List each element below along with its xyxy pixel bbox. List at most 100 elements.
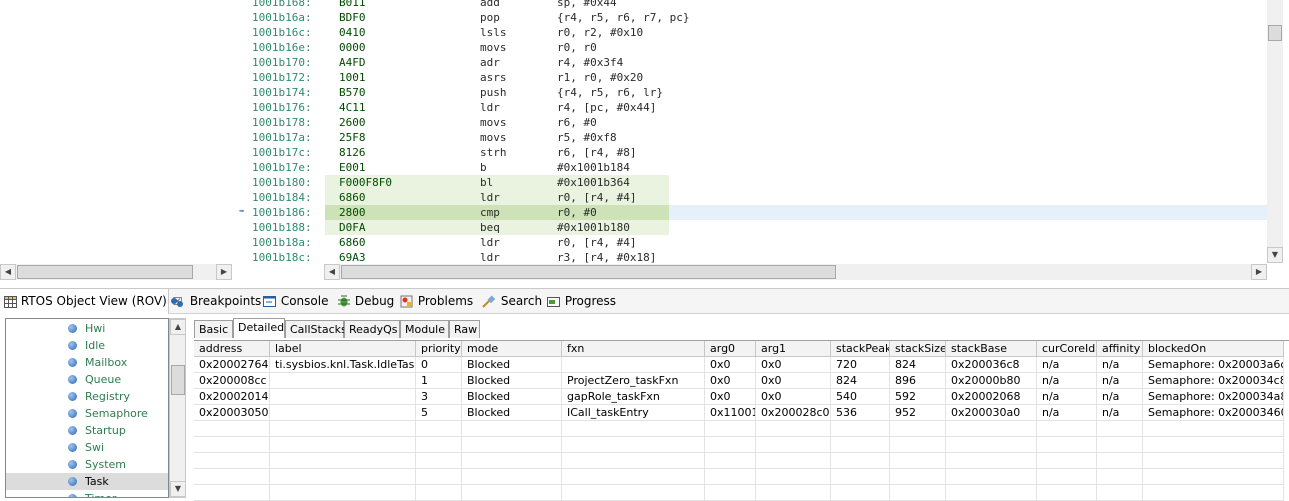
disassembly-line[interactable]: 1001b174: B570 push {r4, r5, r6, lr} [236, 85, 1267, 100]
table-row[interactable]: 0x200008cc 1 Blocked ProjectZero_taskFxn 0x0… [194, 373, 1284, 389]
disassembly-line[interactable]: 1001b184: 6860 ldr r0, [r4, #4] [236, 190, 1267, 205]
table-row[interactable]: 0x20003050 5 Blocked ICall_taskEntry 0x11001… [194, 405, 1284, 421]
column-header-affinity[interactable]: affinity [1097, 341, 1143, 357]
table-cell-address [194, 437, 270, 453]
subtab-module[interactable]: Module [400, 320, 449, 338]
disassembly-line[interactable]: 1001b172: 1001 asrs r1, r0, #0x20 [236, 70, 1267, 85]
disassembly-line[interactable]: 1001b176: 4C11 ldr r4, [pc, #0x44] [236, 100, 1267, 115]
scroll-right-icon[interactable]: ▶ [1251, 264, 1267, 280]
left-horizontal-scrollbar[interactable]: ◀ ▶ [0, 264, 232, 280]
tree-item-queue[interactable]: Queue [6, 371, 168, 388]
table-cell-blockedon [1143, 421, 1284, 437]
table-cell-blockedon [1143, 437, 1284, 453]
disassembly-view[interactable]: 1001b168: B011 add sp, #0x44 1001b16a: BDF0 po… [236, 0, 1267, 263]
disassembly-horizontal-scrollbar[interactable]: ◀ ▶ [324, 264, 1267, 280]
scroll-thumb[interactable] [341, 265, 836, 279]
tree-item-hwi[interactable]: Hwi [6, 320, 168, 337]
column-header-blockedon[interactable]: blockedOn [1143, 341, 1284, 357]
disassembly-line[interactable]: 1001b16e: 0000 movs r0, r0 [236, 40, 1267, 55]
disassembly-line[interactable]: 1001b178: 2600 movs r6, #0 [236, 115, 1267, 130]
scroll-thumb[interactable] [1268, 25, 1282, 41]
subtab-detailed[interactable]: Detailed [233, 318, 285, 338]
scroll-left-icon[interactable]: ◀ [324, 264, 340, 280]
subtab-readyqs[interactable]: ReadyQs [344, 320, 400, 338]
table-row[interactable]: 0x20002764 ti.sysbios.knl.Task.IdleTask 0 B… [194, 357, 1284, 373]
disassembly-line[interactable]: 1001b168: B011 add sp, #0x44 [236, 0, 1267, 10]
scroll-down-icon[interactable]: ▼ [170, 481, 186, 497]
column-header-mode[interactable]: mode [462, 341, 562, 357]
module-icon [68, 426, 77, 435]
table-cell-curcoreid [1037, 469, 1097, 485]
tree-vertical-scrollbar[interactable]: ▲ ▼ [169, 318, 186, 498]
tree-item-task[interactable]: Task [6, 473, 168, 490]
search-icon [482, 295, 496, 308]
disassembly-line[interactable]: ➡ 1001b186: 2800 cmp r0, #0 [236, 205, 1267, 220]
disassembly-line[interactable]: 1001b18a: 6860 ldr r0, [r4, #4] [236, 235, 1267, 250]
tab-rtos-object-view[interactable]: RTOS Object View (ROV) ☒ [0, 289, 183, 314]
subtab-raw[interactable]: Raw [449, 320, 480, 338]
column-header-stackbase[interactable]: stackBase [946, 341, 1037, 357]
tree-item-startup[interactable]: Startup [6, 422, 168, 439]
disassembly-mnemonic: ldr [480, 101, 500, 114]
table-cell-stackpeak: 536 [831, 405, 890, 421]
scroll-thumb[interactable] [171, 365, 185, 395]
tab-progress[interactable]: Progress [547, 289, 616, 314]
disassembly-opcode: 6860 [339, 191, 366, 204]
column-header-curcoreid[interactable]: curCoreId [1037, 341, 1097, 357]
tab-debug[interactable]: Debug [337, 289, 394, 314]
scroll-up-icon[interactable]: ▲ [170, 319, 186, 335]
scroll-down-icon[interactable]: ▼ [1267, 247, 1283, 263]
disassembly-line[interactable]: 1001b170: A4FD adr r4, #0x3f4 [236, 55, 1267, 70]
module-icon [68, 341, 77, 350]
table-cell-arg0 [705, 437, 756, 453]
column-header-stackpeak[interactable]: stackPeak [831, 341, 890, 357]
rov-module-tree[interactable]: Hwi Idle Mailbox Queue Registry Semaphore Star… [5, 318, 169, 498]
disassembly-line[interactable]: 1001b16c: 0410 lsls r0, r2, #0x10 [236, 25, 1267, 40]
tree-item-system[interactable]: System [6, 456, 168, 473]
column-header-stacksize[interactable]: stackSize [890, 341, 946, 357]
tab-problems[interactable]: Problems [400, 289, 473, 314]
tree-item-semaphore[interactable]: Semaphore [6, 405, 168, 422]
scroll-thumb[interactable] [17, 265, 193, 279]
subtab-basic[interactable]: Basic [194, 320, 233, 338]
tree-item-mailbox[interactable]: Mailbox [6, 354, 168, 371]
table-cell-blockedon [1143, 469, 1284, 485]
console-icon [263, 295, 276, 307]
column-header-arg0[interactable]: arg0 [705, 341, 756, 357]
column-header-priority[interactable]: priority [416, 341, 462, 357]
tab-label: RTOS Object View (ROV) [20, 294, 167, 308]
tree-item-swi[interactable]: Swi [6, 439, 168, 456]
table-cell-arg0: 0x0 [705, 357, 756, 373]
disassembly-line[interactable]: 1001b16a: BDF0 pop {r4, r5, r6, r7, pc} [236, 10, 1267, 25]
disassembly-address: 1001b18c: [252, 251, 312, 263]
column-header-label[interactable]: label [270, 341, 416, 357]
disassembly-mnemonic: ldr [480, 191, 500, 204]
column-header-arg1[interactable]: arg1 [756, 341, 831, 357]
subtab-callstacks[interactable]: CallStacks [285, 320, 347, 338]
tree-item-idle[interactable]: Idle [6, 337, 168, 354]
tree-item-timer[interactable]: Timer [6, 490, 168, 497]
disassembly-opcode: 4C11 [339, 101, 366, 114]
table-cell-curcoreid [1037, 421, 1097, 437]
disassembly-address: 1001b168: [252, 0, 312, 9]
disassembly-line[interactable]: 1001b17c: 8126 strh r6, [r4, #8] [236, 145, 1267, 160]
table-cell-arg1 [756, 469, 831, 485]
table-cell-affinity: n/a [1097, 389, 1143, 405]
disassembly-line[interactable]: 1001b18c: 69A3 ldr r3, [r4, #0x18] [236, 250, 1267, 263]
disassembly-line[interactable]: 1001b17a: 25F8 movs r5, #0xf8 [236, 130, 1267, 145]
column-header-address[interactable]: address [194, 341, 270, 357]
disassembly-line[interactable]: 1001b188: D0FA beq #0x1001b180 [236, 220, 1267, 235]
disassembly-vertical-scrollbar[interactable]: ▼ [1267, 0, 1283, 263]
table-row[interactable]: 0x20002014 3 Blocked gapRole_taskFxn 0x0 0x0 5… [194, 389, 1284, 405]
tab-breakpoints[interactable]: Breakpoints [170, 289, 261, 314]
table-cell-affinity: n/a [1097, 405, 1143, 421]
tab-console[interactable]: Console [263, 289, 328, 314]
disassembly-mnemonic: ldr [480, 251, 500, 263]
disassembly-line[interactable]: 1001b180: F000F8F0 bl #0x1001b364 [236, 175, 1267, 190]
scroll-right-icon[interactable]: ▶ [216, 264, 232, 280]
tree-item-registry[interactable]: Registry [6, 388, 168, 405]
tab-search[interactable]: Search [481, 289, 542, 314]
disassembly-line[interactable]: 1001b17e: E001 b #0x1001b184 [236, 160, 1267, 175]
column-header-fxn[interactable]: fxn [562, 341, 705, 357]
scroll-left-icon[interactable]: ◀ [0, 264, 16, 280]
